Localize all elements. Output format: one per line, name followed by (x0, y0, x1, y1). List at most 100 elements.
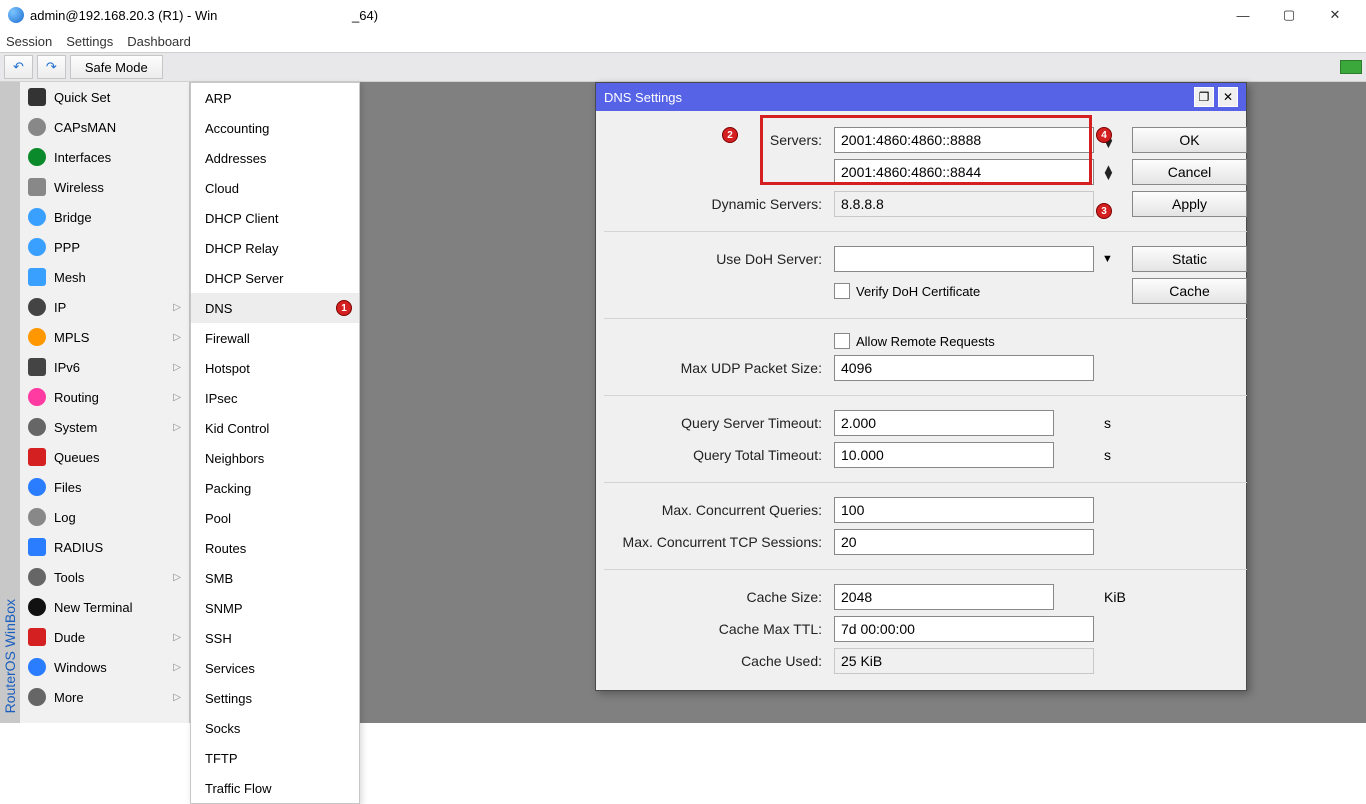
submenu-item-dhcp-relay[interactable]: DHCP Relay (191, 233, 359, 263)
sidebar-item-ip[interactable]: IP▷ (20, 292, 189, 322)
chevron-right-icon: ▷ (173, 332, 181, 343)
menu-settings[interactable]: Settings (66, 34, 113, 49)
sidebar-item-label: More (54, 690, 84, 705)
sidebar-item-routing[interactable]: Routing▷ (20, 382, 189, 412)
chevron-right-icon: ▷ (173, 692, 181, 703)
doh-server-input[interactable] (834, 246, 1094, 272)
unit-kib: KiB (1102, 589, 1124, 605)
sidebar-item-dude[interactable]: Dude▷ (20, 622, 189, 652)
minimize-button[interactable]: — (1220, 0, 1266, 30)
doh-dropdown-icon[interactable]: ▼ (1102, 253, 1124, 265)
mcs-input[interactable] (834, 529, 1094, 555)
server-input-1[interactable] (834, 127, 1094, 153)
sidebar-item-queues[interactable]: Queues (20, 442, 189, 472)
chevron-right-icon: ▷ (173, 572, 181, 583)
server2-spinner[interactable]: ▲▼ (1102, 165, 1120, 179)
submenu-item-dhcp-client[interactable]: DHCP Client (191, 203, 359, 233)
sidebar-item-mesh[interactable]: Mesh (20, 262, 189, 292)
submenu-item-arp[interactable]: ARP (191, 83, 359, 113)
close-button[interactable]: ✕ (1312, 0, 1358, 30)
cache-ttl-input[interactable] (834, 616, 1094, 642)
max-udp-input[interactable] (834, 355, 1094, 381)
allow-remote-row[interactable]: Allow Remote Requests (834, 333, 1124, 349)
dialog-title: DNS Settings (604, 90, 682, 105)
dialog-titlebar[interactable]: DNS Settings ❐ ✕ (596, 83, 1246, 111)
dialog-restore-icon[interactable]: ❐ (1194, 87, 1214, 107)
sidebar-icon (28, 598, 46, 616)
sidebar-item-windows[interactable]: Windows▷ (20, 652, 189, 682)
cache-button[interactable]: Cache (1132, 278, 1247, 304)
vertical-label-text: RouterOS WinBox (2, 599, 18, 713)
sidebar-item-tools[interactable]: Tools▷ (20, 562, 189, 592)
sidebar-item-quick-set[interactable]: Quick Set (20, 82, 189, 112)
sidebar-item-capsman[interactable]: CAPsMAN (20, 112, 189, 142)
cache-size-input[interactable] (834, 584, 1054, 610)
menubar: Session Settings Dashboard (0, 30, 1366, 52)
submenu-item-hotspot[interactable]: Hotspot (191, 353, 359, 383)
sidebar-icon (28, 148, 46, 166)
submenu-item-routes[interactable]: Routes (191, 533, 359, 563)
cancel-button[interactable]: Cancel (1132, 159, 1247, 185)
submenu-item-pool[interactable]: Pool (191, 503, 359, 533)
sidebar-item-label: Wireless (54, 180, 104, 195)
apply-button[interactable]: Apply (1132, 191, 1247, 217)
submenu-item-socks[interactable]: Socks (191, 713, 359, 743)
static-button[interactable]: Static (1132, 246, 1247, 272)
submenu-item-dns[interactable]: DNS (191, 293, 359, 323)
sidebar-icon (28, 88, 46, 106)
separator (604, 395, 1247, 396)
label-mcq: Max. Concurrent Queries: (596, 502, 826, 518)
sidebar-item-mpls[interactable]: MPLS▷ (20, 322, 189, 352)
redo-button[interactable]: ↷ (37, 55, 66, 79)
submenu-item-smb[interactable]: SMB (191, 563, 359, 593)
sidebar-item-system[interactable]: System▷ (20, 412, 189, 442)
undo-button[interactable]: ↶ (4, 55, 33, 79)
sidebar-item-radius[interactable]: RADIUS (20, 532, 189, 562)
annotation-4: 4 (1096, 127, 1112, 143)
sidebar-item-wireless[interactable]: Wireless (20, 172, 189, 202)
server-input-2[interactable] (834, 159, 1094, 185)
sidebar-item-more[interactable]: More ▷ (20, 682, 189, 712)
sidebar-item-files[interactable]: Files (20, 472, 189, 502)
sidebar-item-ppp[interactable]: PPP (20, 232, 189, 262)
safe-mode-button[interactable]: Safe Mode (70, 55, 163, 79)
sidebar-icon (28, 568, 46, 586)
submenu-item-settings[interactable]: Settings (191, 683, 359, 713)
separator (604, 482, 1247, 483)
submenu-item-traffic-flow[interactable]: Traffic Flow (191, 773, 359, 803)
submenu-item-dhcp-server[interactable]: DHCP Server (191, 263, 359, 293)
sidebar-item-log[interactable]: Log (20, 502, 189, 532)
maximize-button[interactable]: ▢ (1266, 0, 1312, 30)
submenu-item-addresses[interactable]: Addresses (191, 143, 359, 173)
allow-remote-checkbox[interactable] (834, 333, 850, 349)
submenu-item-ipsec[interactable]: IPsec (191, 383, 359, 413)
submenu-item-services[interactable]: Services (191, 653, 359, 683)
submenu-item-kid-control[interactable]: Kid Control (191, 413, 359, 443)
sidebar-item-bridge[interactable]: Bridge (20, 202, 189, 232)
verify-doh-row[interactable]: Verify DoH Certificate (834, 283, 1124, 299)
separator (604, 231, 1247, 232)
mcq-input[interactable] (834, 497, 1094, 523)
submenu-item-tftp[interactable]: TFTP (191, 743, 359, 773)
qst-input[interactable] (834, 410, 1054, 436)
submenu-item-ssh[interactable]: SSH (191, 623, 359, 653)
verify-doh-checkbox[interactable] (834, 283, 850, 299)
sidebar-item-interfaces[interactable]: Interfaces (20, 142, 189, 172)
submenu-item-packing[interactable]: Packing (191, 473, 359, 503)
submenu-item-firewall[interactable]: Firewall (191, 323, 359, 353)
sidebar-item-label: Routing (54, 390, 99, 405)
dialog-close-icon[interactable]: ✕ (1218, 87, 1238, 107)
workspace: RouterOS WinBox Quick SetCAPsMANInterfac… (0, 82, 1366, 723)
sidebar: Quick SetCAPsMANInterfaces Wireless Bridge… (20, 82, 190, 723)
qtt-input[interactable] (834, 442, 1054, 468)
submenu-item-snmp[interactable]: SNMP (191, 593, 359, 623)
menu-session[interactable]: Session (6, 34, 52, 49)
ok-button[interactable]: OK (1132, 127, 1247, 153)
submenu-item-accounting[interactable]: Accounting (191, 113, 359, 143)
sidebar-item-ipv6[interactable]: IPv6▷ (20, 352, 189, 382)
sidebar-item-new-terminal[interactable]: New Terminal (20, 592, 189, 622)
ip-submenu: ARPAccountingAddressesCloudDHCP ClientDH… (190, 82, 360, 804)
submenu-item-cloud[interactable]: Cloud (191, 173, 359, 203)
menu-dashboard[interactable]: Dashboard (127, 34, 191, 49)
submenu-item-neighbors[interactable]: Neighbors (191, 443, 359, 473)
